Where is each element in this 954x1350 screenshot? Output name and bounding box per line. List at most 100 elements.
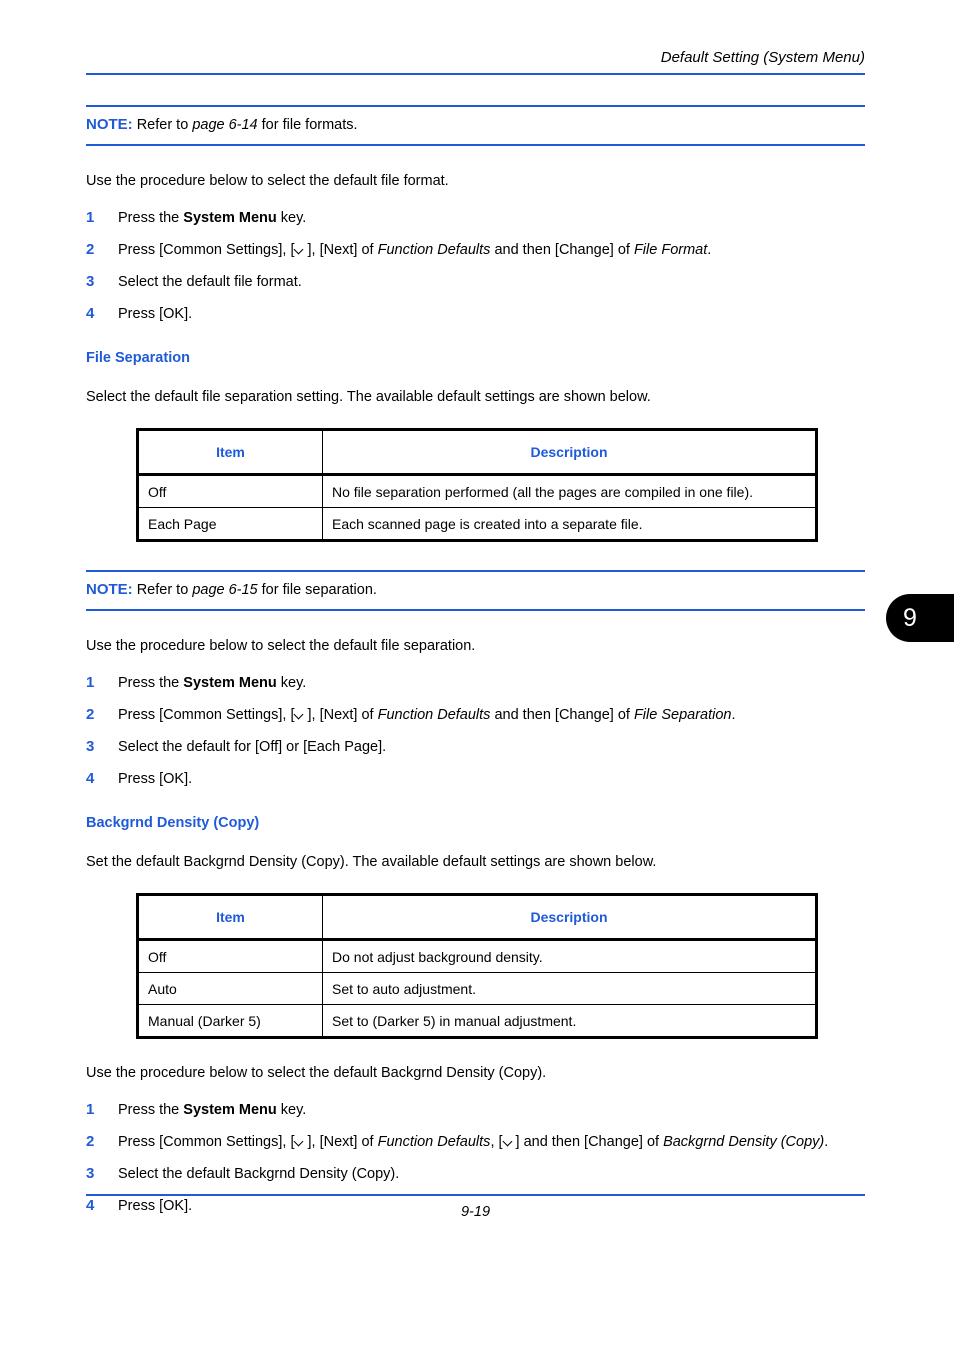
table-cell-description: No file separation performed (all the pa… — [322, 474, 817, 508]
step-item: 1 Press the System Menu key. — [86, 673, 865, 693]
step-text-i1: Function Defaults — [377, 1134, 491, 1150]
header-title: Default Setting (System Menu) — [660, 49, 865, 66]
step-text: Select the default file format. — [118, 274, 302, 290]
procedure-intro-backgrnd-density: Use the procedure below to select the de… — [86, 1065, 547, 1081]
table-column-header-description: Description — [322, 429, 817, 476]
table-row: Off No file separation performed (all th… — [137, 474, 817, 508]
step-text-i2: Backgrnd Density (Copy) — [663, 1134, 825, 1150]
step-text: Press [OK]. — [118, 306, 193, 322]
step-text: Press [Common Settings], [ ], [Next] of F… — [118, 240, 865, 260]
procedure-intro-file-separation: Use the procedure below to select the de… — [86, 638, 476, 654]
chevron-down-icon — [294, 711, 307, 720]
steps-file-separation: 1 Press the System Menu key. 2 Press [Co… — [86, 673, 865, 789]
table-cell-description: Do not adjust background density. — [322, 939, 817, 973]
chevron-down-icon — [294, 246, 307, 255]
note-page-reference: page 6-14 — [192, 117, 258, 133]
step-text-pre: Press the — [118, 1102, 184, 1118]
step-item: 1 Press the System Menu key. — [86, 208, 865, 228]
step-number: 1 — [86, 1101, 95, 1118]
step-number: 2 — [86, 241, 95, 258]
page-content: NOTE: Refer to page 6-14 for file format… — [86, 105, 865, 1216]
note-suffix: for file formats. — [257, 117, 358, 133]
step-text-p4: . — [707, 242, 712, 258]
step-item: 1 Press the System Menu key. — [86, 1100, 865, 1120]
step-text-p3: and then [Change] of — [490, 242, 634, 258]
intro-backgrnd-density: Set the default Backgrnd Density (Copy).… — [86, 854, 657, 870]
step-text-i2: File Format — [633, 242, 708, 258]
step-text-p4: . — [731, 707, 736, 723]
step-text-p2: ], [Next] of — [307, 1134, 378, 1150]
step-text-p4: ] and then [Change] of — [515, 1134, 664, 1150]
table-row: Manual (Darker 5) Set to (Darker 5) in m… — [137, 1004, 817, 1038]
note-file-format: NOTE: Refer to page 6-14 for file format… — [86, 105, 865, 146]
table-wrapper-file-separation: Item Description Off No file separation … — [136, 428, 818, 542]
table-header-row: Item Description — [137, 894, 817, 941]
table-file-separation: Item Description Off No file separation … — [136, 428, 818, 542]
table-header-row: Item Description — [137, 429, 817, 476]
table-cell-item: Off — [137, 474, 323, 508]
table-wrapper-backgrnd-density: Item Description Off Do not adjust backg… — [136, 893, 818, 1039]
table-cell-description: Set to (Darker 5) in manual adjustment. — [322, 1004, 817, 1038]
note-file-format-text: NOTE: Refer to page 6-14 for file format… — [86, 115, 865, 135]
section-heading-file-separation: File Separation — [86, 350, 190, 366]
section-heading-backgrnd-density: Backgrnd Density (Copy) — [86, 815, 260, 831]
step-text-p5: . — [824, 1134, 829, 1150]
step-text: Press the System Menu key. — [118, 673, 865, 693]
step-text: Press [OK]. — [118, 771, 193, 787]
step-item: 2 Press [Common Settings], [], [Next] of… — [86, 705, 865, 725]
step-text-p2: ], [Next] of — [307, 242, 378, 258]
step-text-i1: Function Defaults — [377, 242, 491, 258]
step-text-p2: ], [Next] of — [307, 707, 378, 723]
intro-file-format: Use the procedure below to select the de… — [86, 173, 449, 189]
step-number: 2 — [86, 1133, 95, 1150]
steps-file-format: 1 Press the System Menu key. 2 Press [Co… — [86, 208, 865, 324]
note-suffix: for file separation. — [257, 582, 377, 598]
table-backgrnd-density: Item Description Off Do not adjust backg… — [136, 893, 818, 1039]
table-cell-description: Each scanned page is created into a sepa… — [322, 507, 817, 541]
table-column-header-description: Description — [322, 894, 817, 941]
step-text-pre: Press the — [118, 210, 184, 226]
step-text: Select the default Backgrnd Density (Cop… — [118, 1166, 400, 1182]
chevron-down-icon — [294, 1138, 307, 1147]
note-page-reference: page 6-15 — [192, 582, 258, 598]
step-text-p1: Press [Common Settings], [ — [118, 707, 295, 723]
step-text: Select the default for [Off] or [Each Pa… — [118, 739, 387, 755]
step-item: 2 Press [Common Settings], [ ], [Next] of… — [86, 240, 865, 260]
table-column-header-item: Item — [137, 429, 323, 476]
document-page: Default Setting (System Menu) 9 NOTE: Re… — [0, 0, 954, 1350]
step-number: 4 — [86, 305, 95, 322]
note-prefix: Refer to — [132, 117, 193, 133]
table-cell-description: Set to auto adjustment. — [322, 972, 817, 1005]
step-text-bold: System Menu — [183, 675, 277, 691]
header-divider — [86, 73, 865, 75]
footer-page-number: 9-19 — [460, 1204, 491, 1220]
step-text-post: key. — [276, 675, 307, 691]
table-column-header-item: Item — [137, 894, 323, 941]
step-text-p3: and then [Change] of — [490, 707, 634, 723]
intro-file-separation: Select the default file separation setti… — [86, 389, 651, 405]
step-number: 4 — [86, 770, 95, 787]
note-label: NOTE: — [86, 581, 133, 598]
step-text-p3: , [ — [490, 1134, 503, 1150]
step-text-bold: System Menu — [183, 1102, 277, 1118]
step-item: 4 Press [OK]. — [86, 304, 865, 324]
note-file-separation: NOTE: Refer to page 6-15 for file separa… — [86, 570, 865, 611]
step-text-p1: Press [Common Settings], [ — [118, 1134, 295, 1150]
step-text-post: key. — [276, 210, 307, 226]
note-prefix: Refer to — [132, 582, 193, 598]
step-text-p1: Press [Common Settings], [ — [118, 242, 295, 258]
chapter-number: 9 — [903, 604, 917, 632]
table-cell-item: Off — [137, 939, 323, 973]
note-file-separation-text: NOTE: Refer to page 6-15 for file separa… — [86, 580, 865, 600]
step-number: 3 — [86, 273, 95, 290]
step-number: 3 — [86, 738, 95, 755]
chapter-tab-marker: 9 — [886, 594, 954, 642]
step-item: 3 Select the default for [Off] or [Each … — [86, 737, 865, 757]
step-item: 2 Press [Common Settings], [ ], [Next] of… — [86, 1132, 865, 1152]
step-text: Press [Common Settings], [ ], [Next] of F… — [118, 1132, 865, 1152]
step-text-i1: Function Defaults — [377, 707, 491, 723]
table-row: Each Page Each scanned page is created i… — [137, 507, 817, 541]
table-cell-item: Each Page — [137, 507, 323, 541]
step-text: Press the System Menu key. — [118, 208, 865, 228]
note-label: NOTE: — [86, 116, 133, 133]
